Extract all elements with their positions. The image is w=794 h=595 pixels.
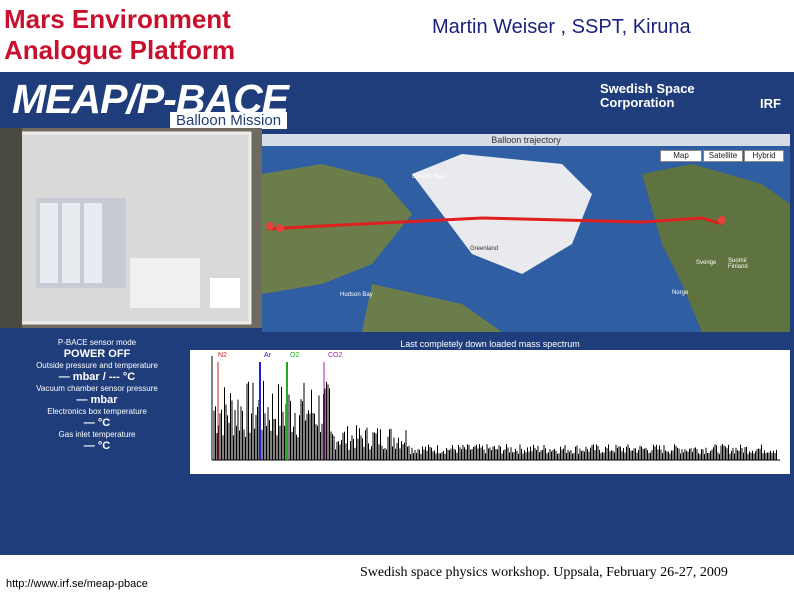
vacuum-value: — mbar [76,394,118,406]
gasinlet-label: Gas inlet temperature [58,430,136,439]
electronics-label: Electronics box temperature [47,407,147,416]
outside-value: — mbar / --- °C [58,371,136,383]
title-line-2: Analogue Platform [4,35,236,65]
spectrum-plot [211,356,780,461]
footer-text: Swedish space physics workshop. Uppsala,… [360,565,728,580]
instrument-photo-drawing [0,128,262,328]
marker-co2: CO2 [328,352,342,359]
website-link[interactable]: http://www.irf.se/meap-pbace [6,578,148,590]
map-label-hudson: Hudson Bay [340,292,373,298]
map-drawing [262,134,790,332]
hybrid-view-button[interactable]: Hybrid [744,150,784,162]
map-header: Balloon trajectory [262,134,790,146]
instrument-photo [0,128,262,328]
vacuum-label: Vacuum chamber sensor pressure [36,384,158,393]
logo-subtitle: Balloon Mission [170,112,288,129]
ssc-line-1: Swedish Space [600,81,695,96]
marker-n2-label: N2 [218,352,227,359]
map-label-norge: Norge [672,290,689,296]
launch-marker[interactable] [266,222,274,230]
kiruna-marker[interactable] [718,216,726,224]
ssc-logo: Swedish Space Corporation [600,82,695,110]
gasinlet-value: — °C [83,440,111,452]
satellite-view-button[interactable]: Satellite [703,150,743,162]
mass-spectrum: N2 Ar O2 CO2 [190,350,790,474]
irf-logo: IRF [760,96,781,111]
marker-ar: Ar [264,352,271,359]
marker-n2: N2 [218,352,227,359]
map-view-button[interactable]: Map [660,150,702,162]
landing-marker[interactable] [276,224,284,232]
marker-co2-label: CO2 [328,352,343,359]
trajectory-map[interactable] [262,134,790,332]
sensor-mode: POWER OFF [63,348,131,360]
marker-o2: O2 [290,352,299,359]
title-line-1: Mars Environment [4,4,231,34]
map-label-greenland: Greenland [470,246,499,252]
outside-label: Outside pressure and temperature [36,361,158,370]
marker-ar-label: Ar [264,352,271,359]
map-label-sverige: Sverige [696,260,717,266]
spectrum-header: Last completely down loaded mass spectru… [190,338,790,350]
map-label-finland: Suomi/ Finland [728,258,748,270]
sensor-title: P-BACE sensor mode [57,338,137,347]
electronics-value: — °C [83,417,111,429]
author-text: Martin Weiser , SSPT, Kiruna [432,16,691,38]
slide-title: Mars Environment Analogue Platform [4,4,344,66]
sensor-panel: P-BACE sensor mode POWER OFF Outside pre… [6,338,188,464]
map-label-barents: Barents Sea [412,174,446,180]
ssc-line-2: Corporation [600,95,675,110]
marker-o2-label: O2 [290,352,300,359]
